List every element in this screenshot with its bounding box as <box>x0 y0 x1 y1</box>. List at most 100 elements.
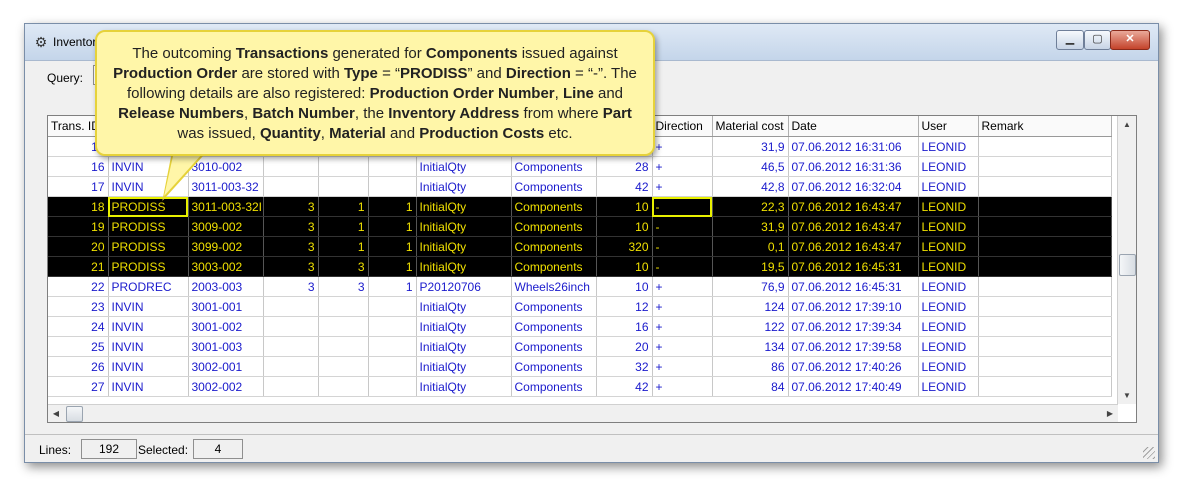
table-cell[interactable] <box>978 336 1112 357</box>
table-cell[interactable] <box>263 356 319 377</box>
table-row[interactable]: 24 INVIN 3001-002 InitialQty Components 16 +12… <box>48 316 1112 337</box>
table-cell[interactable]: LEONID <box>918 216 979 237</box>
table-cell[interactable]: + <box>652 356 713 377</box>
table-cell[interactable]: 1 <box>368 236 417 257</box>
table-cell[interactable] <box>978 196 1112 217</box>
table-cell[interactable] <box>368 316 417 337</box>
table-cell[interactable]: 07.06.2012 16:43:47 <box>788 196 919 217</box>
table-row[interactable]: 21 PRODISS 3003-002 3 3 1 InitialQty Components… <box>48 256 1112 277</box>
table-cell[interactable]: 3 <box>263 276 319 297</box>
table-cell[interactable] <box>368 156 417 177</box>
column-header[interactable]: User <box>918 116 979 137</box>
table-cell[interactable]: 0,1 <box>712 236 789 257</box>
table-cell[interactable]: InitialQty <box>416 236 512 257</box>
table-cell[interactable]: INVIN <box>108 356 189 377</box>
table-cell[interactable]: 10 <box>596 196 653 217</box>
table-cell[interactable]: 26 <box>48 356 109 377</box>
table-cell[interactable]: 3099-002 <box>188 236 264 257</box>
scroll-down-icon[interactable]: ▼ <box>1118 387 1136 404</box>
table-cell[interactable]: LEONID <box>918 256 979 277</box>
table-cell[interactable]: PRODISS <box>108 256 189 277</box>
scroll-up-icon[interactable]: ▲ <box>1118 116 1136 133</box>
table-cell[interactable]: 07.06.2012 17:39:34 <box>788 316 919 337</box>
table-row[interactable]: 18 PRODISS 3011-003-32I 3 1 1 InitialQty Compon… <box>48 196 1112 217</box>
table-cell[interactable]: 07.06.2012 16:45:31 <box>788 276 919 297</box>
table-cell[interactable]: 28 <box>596 156 653 177</box>
table-cell[interactable]: Components <box>511 296 597 317</box>
table-cell[interactable] <box>978 316 1112 337</box>
table-cell[interactable]: 22 <box>48 276 109 297</box>
table-cell[interactable]: - <box>652 236 713 257</box>
table-cell[interactable]: 122 <box>712 316 789 337</box>
table-cell[interactable]: 07.06.2012 16:31:36 <box>788 156 919 177</box>
table-cell[interactable] <box>978 376 1112 397</box>
table-cell[interactable]: 07.06.2012 16:45:31 <box>788 256 919 277</box>
table-cell[interactable] <box>368 356 417 377</box>
table-cell[interactable]: - <box>652 196 713 217</box>
table-cell[interactable] <box>368 296 417 317</box>
table-cell[interactable]: Components <box>511 356 597 377</box>
horizontal-scrollbar[interactable]: ◀ ▶ <box>48 404 1118 422</box>
table-cell[interactable]: LEONID <box>918 316 979 337</box>
table-row[interactable]: 16 INVIN 3010-002 InitialQty Components 28 +46… <box>48 156 1112 177</box>
table-cell[interactable]: InitialQty <box>416 196 512 217</box>
table-cell[interactable]: Components <box>511 196 597 217</box>
transactions-grid[interactable]: Trans. IDTypePart No.LineReleaseBatchOrd… <box>47 115 1137 423</box>
table-row[interactable]: 26 INVIN 3002-001 InitialQty Components 32 +86… <box>48 356 1112 377</box>
table-cell[interactable]: LEONID <box>918 296 979 317</box>
table-cell[interactable]: Components <box>511 216 597 237</box>
table-cell[interactable] <box>978 136 1112 157</box>
table-cell[interactable]: + <box>652 136 713 157</box>
table-cell[interactable]: Components <box>511 156 597 177</box>
table-cell[interactable]: InitialQty <box>416 356 512 377</box>
table-cell[interactable] <box>263 176 319 197</box>
table-cell[interactable]: LEONID <box>918 136 979 157</box>
table-cell[interactable] <box>263 336 319 357</box>
table-cell[interactable]: 3001-003 <box>188 336 264 357</box>
table-cell[interactable]: 42 <box>596 176 653 197</box>
table-cell[interactable]: LEONID <box>918 156 979 177</box>
table-cell[interactable] <box>978 156 1112 177</box>
table-cell[interactable]: 1 <box>368 256 417 277</box>
table-cell[interactable]: 3002-001 <box>188 356 264 377</box>
table-cell[interactable]: LEONID <box>918 356 979 377</box>
table-cell[interactable]: 42,8 <box>712 176 789 197</box>
table-cell[interactable]: 31,9 <box>712 136 789 157</box>
table-cell[interactable]: 07.06.2012 17:40:49 <box>788 376 919 397</box>
table-cell[interactable]: P20120706 <box>416 276 512 297</box>
table-cell[interactable]: 320 <box>596 236 653 257</box>
table-cell[interactable] <box>318 296 369 317</box>
table-cell[interactable]: 3001-001 <box>188 296 264 317</box>
table-cell[interactable]: 3 <box>318 276 369 297</box>
table-cell[interactable] <box>318 336 369 357</box>
horizontal-scroll-thumb[interactable] <box>66 406 83 422</box>
table-cell[interactable]: + <box>652 176 713 197</box>
table-cell[interactable]: 134 <box>712 336 789 357</box>
table-row[interactable]: 23 INVIN 3001-001 InitialQty Components 12 +12… <box>48 296 1112 317</box>
table-cell[interactable]: 27 <box>48 376 109 397</box>
table-cell[interactable] <box>978 176 1112 197</box>
table-cell[interactable]: - <box>652 216 713 237</box>
table-cell[interactable]: 3 <box>263 256 319 277</box>
scroll-right-icon[interactable]: ▶ <box>1102 405 1118 422</box>
table-cell[interactable]: 1 <box>368 216 417 237</box>
table-cell[interactable] <box>318 376 369 397</box>
table-cell[interactable]: 19,5 <box>712 256 789 277</box>
table-cell[interactable]: INVIN <box>108 296 189 317</box>
table-cell[interactable]: 76,9 <box>712 276 789 297</box>
table-cell[interactable]: 3 <box>263 236 319 257</box>
table-cell[interactable]: LEONID <box>918 236 979 257</box>
table-cell[interactable]: 1 <box>318 196 369 217</box>
table-cell[interactable]: 07.06.2012 16:32:04 <box>788 176 919 197</box>
column-header[interactable]: Remark <box>978 116 1112 137</box>
table-cell[interactable]: PRODISS <box>108 236 189 257</box>
table-cell[interactable]: + <box>652 376 713 397</box>
table-cell[interactable]: InitialQty <box>416 156 512 177</box>
table-cell[interactable]: LEONID <box>918 196 979 217</box>
column-header[interactable]: Date <box>788 116 919 137</box>
table-cell[interactable]: LEONID <box>918 376 979 397</box>
scroll-left-icon[interactable]: ◀ <box>48 405 64 422</box>
maximize-button[interactable]: ▢ <box>1084 30 1111 50</box>
table-cell[interactable] <box>318 156 369 177</box>
table-cell[interactable]: 23 <box>48 296 109 317</box>
